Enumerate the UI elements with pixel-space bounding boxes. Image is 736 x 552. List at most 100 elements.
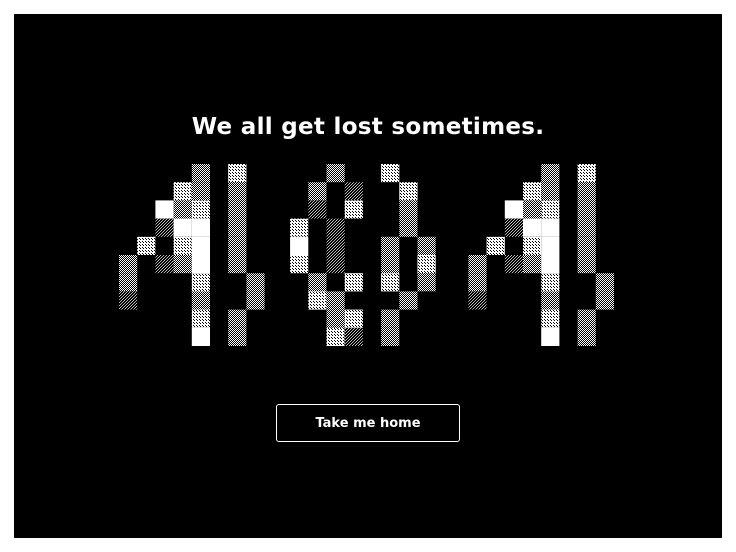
digit-zero-pixel — [344, 200, 363, 219]
digit-four-left-pixel — [155, 200, 174, 219]
digit-four-right-pixel — [541, 200, 560, 219]
digit-four-left-pixel — [191, 291, 210, 310]
digit-zero-pixel — [381, 327, 400, 346]
digit-four-left-pixel — [228, 182, 247, 201]
digit-four-left-pixel — [191, 200, 210, 219]
digit-four-right-pixel — [504, 200, 523, 219]
digit-zero-pixel — [344, 327, 363, 346]
digit-zero-pixel — [308, 200, 327, 219]
digit-zero-pixel — [326, 164, 345, 183]
digit-four-left-pixel — [155, 218, 174, 237]
digit-four-left-pixel — [119, 291, 138, 310]
take-me-home-button[interactable]: Take me home — [276, 404, 460, 442]
digit-zero-pixel — [308, 182, 327, 201]
digit-four-right-pixel — [541, 273, 560, 292]
digit-four-left-pixel — [246, 273, 265, 292]
digit-four-left-pixel — [228, 218, 247, 237]
digit-zero-pixel — [399, 218, 418, 237]
digit-four-right-pixel — [541, 218, 560, 237]
digit-four-left-pixel — [119, 273, 138, 292]
digit-four-left-pixel — [173, 236, 192, 255]
digit-four-left-pixel — [119, 255, 138, 274]
digit-four-right-pixel — [577, 327, 596, 346]
digit-zero-pixel — [399, 182, 418, 201]
digit-four-right-pixel — [577, 164, 596, 183]
digit-four-right-pixel — [577, 218, 596, 237]
digit-four-left-pixel — [228, 200, 247, 219]
digit-four-left-pixel — [191, 236, 210, 255]
digit-four-left-pixel — [173, 255, 192, 274]
digit-four-right-pixel — [541, 164, 560, 183]
digit-four-right-pixel — [541, 309, 560, 328]
digit-zero-pixel — [381, 309, 400, 328]
digit-four-right-pixel — [541, 327, 560, 346]
pixel-404-illustration — [119, 164, 614, 346]
digit-zero-pixel — [326, 218, 345, 237]
digit-four-right-pixel — [523, 218, 542, 237]
digit-four-right-pixel — [468, 273, 487, 292]
digit-zero-pixel — [381, 164, 400, 183]
digit-zero-pixel — [417, 236, 436, 255]
digit-four-right-pixel — [504, 255, 523, 274]
digit-zero-pixel — [381, 273, 400, 292]
digit-four-right-pixel — [523, 255, 542, 274]
pixel-cells — [119, 164, 614, 346]
digit-zero-pixel — [290, 255, 309, 274]
error-page-frame: We all get lost sometimes. Take me home — [14, 14, 722, 538]
digit-four-right-pixel — [541, 182, 560, 201]
digit-four-right-pixel — [523, 200, 542, 219]
digit-four-left-pixel — [173, 182, 192, 201]
digit-four-right-pixel — [541, 291, 560, 310]
digit-four-left-pixel — [191, 309, 210, 328]
digit-four-right-pixel — [541, 255, 560, 274]
digit-zero-pixel — [326, 309, 345, 328]
digit-zero-pixel — [290, 218, 309, 237]
digit-zero-pixel — [344, 309, 363, 328]
digit-four-left-pixel — [191, 327, 210, 346]
digit-zero-pixel — [326, 327, 345, 346]
digit-four-left-pixel — [191, 218, 210, 237]
digit-zero-pixel — [399, 291, 418, 310]
digit-zero-pixel — [399, 200, 418, 219]
digit-four-left-pixel — [228, 255, 247, 274]
digit-four-right-pixel — [577, 200, 596, 219]
digit-four-right-pixel — [504, 218, 523, 237]
digit-zero-pixel — [381, 255, 400, 274]
digit-zero-pixel — [326, 255, 345, 274]
digit-four-right-pixel — [486, 236, 505, 255]
digit-four-right-pixel — [523, 236, 542, 255]
digit-zero-pixel — [326, 291, 345, 310]
digit-four-left-pixel — [173, 218, 192, 237]
digit-zero-pixel — [308, 273, 327, 292]
digit-four-left-pixel — [228, 309, 247, 328]
digit-four-left-pixel — [173, 200, 192, 219]
digit-zero-pixel — [381, 236, 400, 255]
digit-four-right-pixel — [468, 255, 487, 274]
digit-four-left-pixel — [191, 164, 210, 183]
digit-four-right-pixel — [523, 182, 542, 201]
digit-four-left-pixel — [228, 164, 247, 183]
digit-four-left-pixel — [191, 255, 210, 274]
digit-four-right-pixel — [577, 182, 596, 201]
digit-four-left-pixel — [191, 182, 210, 201]
digit-four-right-pixel — [595, 291, 614, 310]
digit-zero-pixel — [344, 182, 363, 201]
digit-four-right-pixel — [577, 309, 596, 328]
digit-four-right-pixel — [577, 255, 596, 274]
digit-four-right-pixel — [577, 236, 596, 255]
digit-four-left-pixel — [155, 255, 174, 274]
digit-four-right-pixel — [541, 236, 560, 255]
digit-four-left-pixel — [137, 236, 156, 255]
digit-four-right-pixel — [468, 291, 487, 310]
digit-four-left-pixel — [228, 236, 247, 255]
digit-zero-pixel — [417, 255, 436, 274]
digit-four-right-pixel — [595, 273, 614, 292]
digit-zero-pixel — [344, 273, 363, 292]
digit-four-left-pixel — [191, 273, 210, 292]
digit-zero-pixel — [326, 236, 345, 255]
digit-zero-pixel — [290, 236, 309, 255]
digit-zero-pixel — [417, 273, 436, 292]
digit-zero-pixel — [308, 291, 327, 310]
digit-four-left-pixel — [228, 327, 247, 346]
digit-four-left-pixel — [246, 291, 265, 310]
